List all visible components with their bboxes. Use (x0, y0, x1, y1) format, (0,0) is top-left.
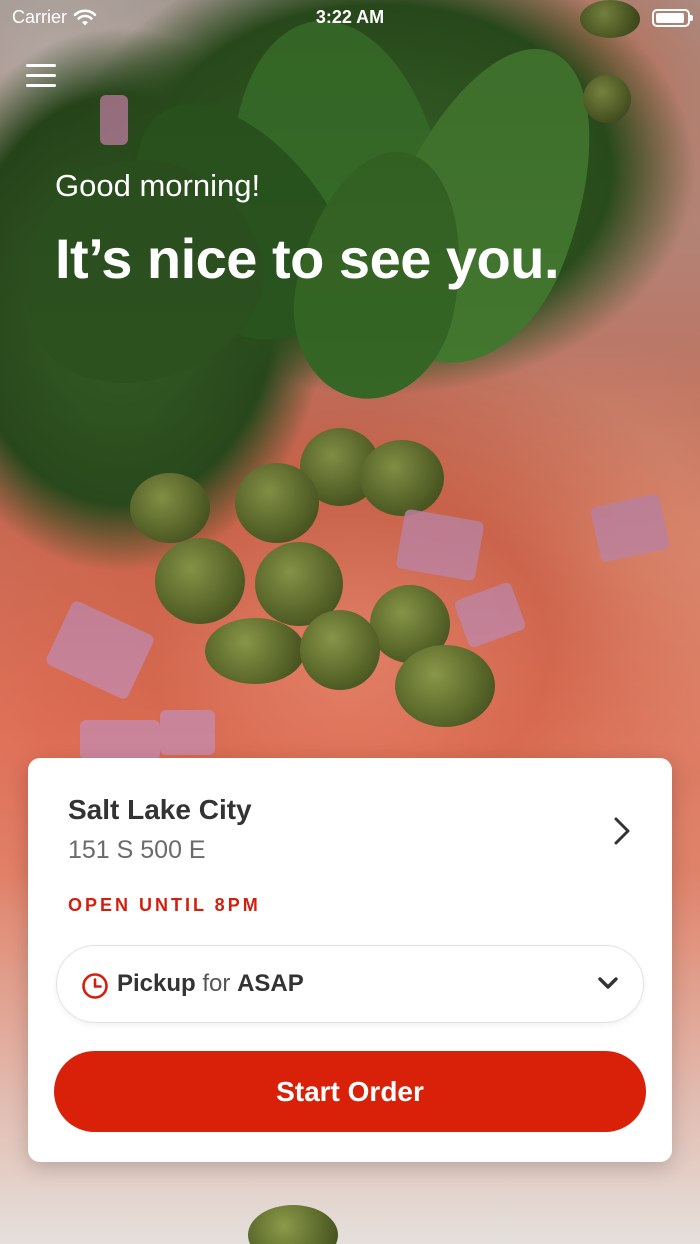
chevron-down-icon (598, 977, 618, 989)
location-name: Salt Lake City (68, 794, 252, 825)
battery-icon (652, 9, 693, 27)
hamburger-menu-icon[interactable] (26, 64, 56, 92)
clock-icon (82, 973, 108, 999)
order-mode-dropdown[interactable]: Pickup for ASAP (56, 945, 644, 1023)
location-address: 151 S 500 E (68, 836, 206, 864)
order-mode-connector: for (202, 970, 231, 997)
chevron-right-icon (614, 817, 630, 845)
start-order-button[interactable]: Start Order (54, 1051, 646, 1132)
open-status-badge: OPEN UNTIL 8PM (68, 895, 261, 915)
location-selector[interactable]: Salt Lake City 151 S 500 E (68, 794, 642, 874)
order-mode-text: Pickup for ASAP (117, 970, 304, 998)
order-time-label: ASAP (237, 970, 304, 997)
greeting-text: Good morning! (55, 168, 261, 203)
welcome-headline: It’s nice to see you. (55, 227, 560, 290)
status-bar: Carrier 3:22 AM (0, 0, 700, 36)
status-time: 3:22 AM (315, 7, 385, 27)
location-card: Salt Lake City 151 S 500 E OPEN UNTIL 8P… (28, 758, 672, 1162)
order-mode-label: Pickup (117, 970, 196, 997)
